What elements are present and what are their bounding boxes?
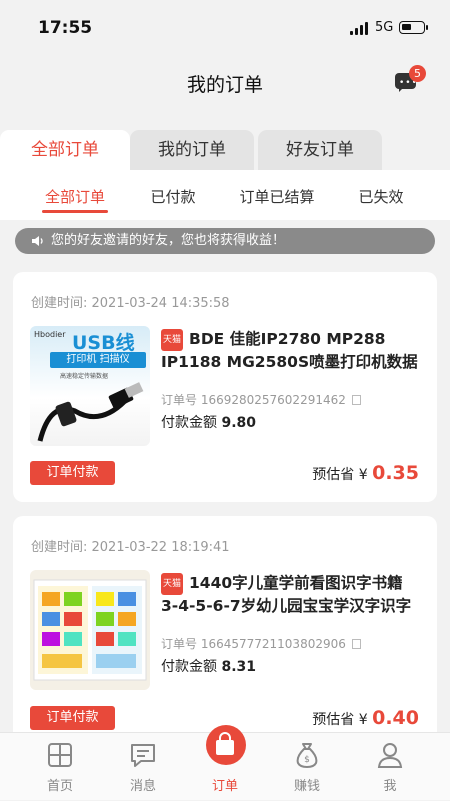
- nav-home[interactable]: 首页: [25, 733, 95, 801]
- tab-my-orders[interactable]: 我的订单: [130, 130, 254, 170]
- subtab-settled[interactable]: 订单已结算: [232, 186, 322, 207]
- speaker-icon: [32, 236, 43, 246]
- product-image[interactable]: [30, 570, 150, 690]
- order-number: 订单号 1664577721103802906: [161, 635, 361, 652]
- notice-text: 您的好友邀请的好友，您也将获得收益！: [51, 233, 286, 248]
- notice-banner: 您的好友邀请的好友，您也将获得收益！: [15, 228, 435, 254]
- message-count-badge: 5: [409, 65, 426, 82]
- active-subtab-indicator: [42, 210, 108, 213]
- money-bag-icon: $: [296, 743, 318, 769]
- product-image[interactable]: Hbodier USB线 打印机 扫描仪 高速稳定传输数据: [30, 326, 150, 446]
- order-created-time: 创建时间: 2021-03-24 14:35:58: [31, 296, 230, 311]
- tmall-badge: 天猫: [161, 329, 183, 351]
- order-created-time: 创建时间: 2021-03-22 18:19:41: [31, 540, 230, 555]
- nav-messages[interactable]: 消息: [108, 733, 178, 801]
- nav-earn[interactable]: $ 赚钱: [272, 733, 342, 801]
- product-title[interactable]: BDE 佳能IP2780 MP288: [189, 328, 429, 351]
- message-icon: [131, 744, 155, 767]
- product-title[interactable]: 1440字儿童学前看图识字书籍: [189, 572, 429, 595]
- page-title: 我的订单: [186, 74, 263, 96]
- tmall-badge: 天猫: [161, 573, 183, 595]
- order-type-tabs: 全部订单 我的订单 好友订单: [0, 130, 450, 170]
- subtab-invalid[interactable]: 已失效: [350, 186, 412, 207]
- order-number: 订单号 1669280257602291462: [161, 391, 361, 408]
- order-status-tabs: 全部订单 已付款 订单已结算 已失效: [0, 170, 450, 220]
- network-label: 5G: [375, 20, 394, 35]
- estimated-saving: 预估省 ¥ 0.35: [312, 462, 419, 484]
- product-title-line2[interactable]: 3-4-5-6-7岁幼儿园宝宝学汉字识字: [161, 595, 433, 618]
- nav-me[interactable]: 我: [355, 733, 425, 801]
- copy-icon[interactable]: [351, 395, 361, 405]
- tab-all-orders[interactable]: 全部订单: [0, 130, 130, 170]
- pay-order-button[interactable]: 订单付款: [30, 461, 115, 485]
- bottom-navigation: 首页 消息 订单 $ 赚钱 我: [0, 725, 450, 801]
- tab-friend-orders[interactable]: 好友订单: [258, 130, 382, 170]
- paid-amount: 付款金额 8.31: [161, 659, 256, 675]
- signal-icon: [350, 22, 368, 35]
- status-time: 17:55: [38, 18, 93, 38]
- bag-icon: [216, 732, 234, 755]
- battery-icon: [399, 21, 428, 34]
- subtab-all[interactable]: 全部订单: [45, 186, 105, 207]
- svg-text:$: $: [304, 755, 310, 765]
- nav-orders[interactable]: 订单: [190, 725, 260, 801]
- message-button[interactable]: ••• 5: [395, 65, 426, 93]
- estimated-saving: 预估省 ¥ 0.40: [312, 707, 419, 729]
- home-grid-icon: [48, 743, 72, 767]
- product-title-line2[interactable]: IP1188 MG2580S喷墨打印机数据: [161, 351, 433, 374]
- status-bar: 17:55 5G: [0, 0, 450, 56]
- usb-cable-icon: [37, 382, 144, 442]
- pay-order-button[interactable]: 订单付款: [30, 706, 115, 730]
- order-card[interactable]: 创建时间: 2021-03-22 18:19:41 天猫 1440字儿童学前看图…: [13, 516, 437, 756]
- user-icon: [377, 743, 403, 768]
- subtab-paid[interactable]: 已付款: [145, 186, 201, 207]
- order-card[interactable]: 创建时间: 2021-03-24 14:35:58 Hbodier USB线 打…: [13, 272, 437, 502]
- paid-amount: 付款金额 9.80: [161, 415, 256, 431]
- copy-icon[interactable]: [351, 639, 361, 649]
- book-image: [33, 579, 147, 681]
